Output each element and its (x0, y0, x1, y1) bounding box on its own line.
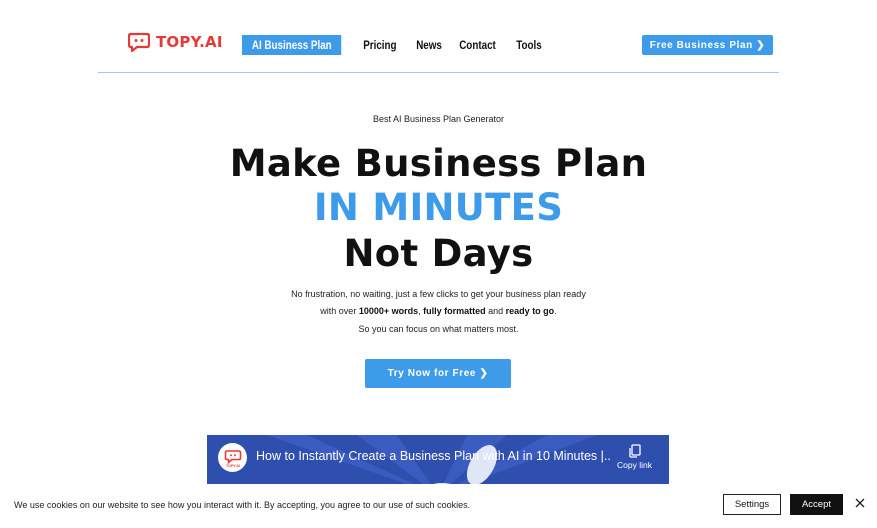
hero-headline-line1: Make Business Plan (229, 142, 648, 185)
channel-avatar[interactable]: TOPY.AI (218, 443, 247, 472)
nav-news[interactable]: News (408, 35, 450, 55)
hero-subtext-line1: No frustration, no waiting, just a few c… (291, 289, 586, 299)
nav-contact[interactable]: Contact (451, 35, 504, 55)
copy-link-button[interactable]: Copy link (612, 444, 657, 470)
channel-badge-text: TOPY.AI (226, 464, 240, 468)
free-business-plan-button[interactable]: Free Business Plan ❯ (642, 35, 773, 55)
nav-ai-business-plan[interactable]: AI Business Plan (242, 35, 342, 55)
hero-eyebrow: Best AI Business Plan Generator (372, 114, 505, 124)
chat-bubble-logo-icon (128, 32, 150, 52)
hero-subtext-line3: So you can focus on what matters most. (358, 324, 519, 334)
hero-headline-line3: Not Days (343, 232, 534, 275)
hero-subtext-line2: with over 10000+ words, fully formatted … (0, 306, 877, 316)
cookie-message: We use cookies on our website to see how… (14, 500, 471, 510)
words-count-highlight: 10000+ words (358, 306, 419, 316)
header-divider (98, 72, 779, 73)
cookie-accept-button[interactable]: Accept (790, 494, 843, 515)
hero-headline-line2: IN MINUTES (313, 186, 564, 229)
ready-highlight: ready to go (505, 306, 555, 316)
close-icon[interactable] (853, 496, 867, 510)
formatted-highlight: fully formatted (423, 306, 486, 316)
video-title[interactable]: How to Instantly Create a Business Plan … (256, 449, 611, 463)
sub2-post: . (554, 306, 557, 316)
copy-icon (628, 444, 641, 458)
site-header: TOPY.AI AI Business Plan Pricing News Co… (0, 0, 877, 74)
main-nav: AI Business Plan Pricing News Contact To… (242, 35, 551, 55)
cookie-settings-button[interactable]: Settings (723, 494, 781, 515)
topy-logo[interactable]: TOPY.AI (128, 32, 223, 52)
copy-link-label: Copy link (617, 460, 652, 470)
channel-logo-icon: TOPY.AI (224, 449, 241, 468)
nav-tools[interactable]: Tools (508, 35, 550, 55)
sub2-pre: with over (320, 306, 359, 316)
logo-text: TOPY.AI (156, 33, 223, 51)
sub2-mid2: and (485, 306, 506, 316)
cookie-consent-bar: We use cookies on our website to see how… (0, 484, 877, 528)
nav-pricing[interactable]: Pricing (355, 35, 405, 55)
try-now-button[interactable]: Try Now for Free ❯ (365, 359, 511, 388)
